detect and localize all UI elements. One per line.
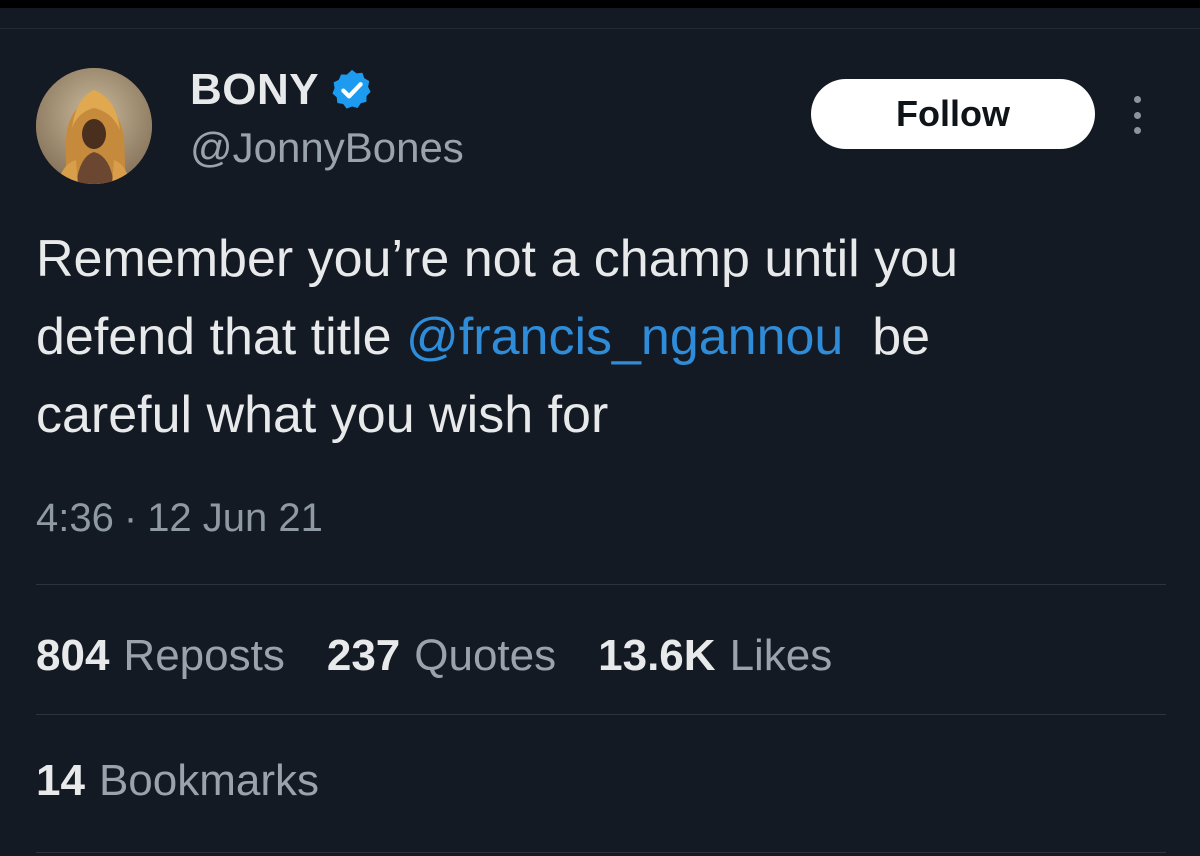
quotes-count: 237 [326,631,401,680]
divider [36,852,1166,853]
more-dot [1133,127,1141,134]
reposts-count: 804 [36,631,110,680]
author-name-row[interactable]: BONY [190,65,375,115]
tweet-line-1: Remember you’re not a champ until you [36,230,959,288]
quotes-label: Quotes [414,631,557,680]
divider [36,714,1166,715]
tweet-line-3: careful what you wish for [36,386,609,444]
likes-label: Likes [729,631,833,680]
likes-stat[interactable]: 13.6K Likes [598,631,832,681]
quotes-stat[interactable]: 237 Quotes [327,631,556,681]
time-separator: · [123,496,138,540]
top-bar [0,0,1200,8]
tweet-line-2-start: defend that title [36,308,407,366]
author-handle[interactable]: @JonnyBones [190,124,464,172]
avatar[interactable] [36,68,152,184]
more-dot [1133,111,1141,119]
reposts-label: Reposts [123,631,285,680]
engagement-stats: 804 Reposts 237 Quotes 13.6K Likes [36,626,832,686]
tweet-line-2-end: be [843,308,931,366]
follow-button[interactable]: Follow [811,79,1095,149]
divider [36,584,1166,585]
top-divider [0,28,1200,29]
tweet-time[interactable]: 4:36 [36,496,114,541]
verified-badge-icon[interactable] [329,67,375,113]
mention-link[interactable]: @francis_ngannou [406,308,843,366]
more-dot [1133,96,1141,103]
more-options-icon[interactable] [1122,90,1152,140]
reposts-stat[interactable]: 804 Reposts [36,631,285,681]
tweet-date[interactable]: 12 Jun 21 [147,496,323,541]
tweet-text: Remember you’re not a champ until you de… [36,220,1176,454]
likes-count: 13.6K [598,631,716,680]
display-name[interactable]: BONY [190,65,319,115]
tweet-line-2: defend that title @francis_ngannou be [36,298,1176,376]
avatar-image [36,68,152,184]
timestamp[interactable]: 4:36 · 12 Jun 21 [36,496,323,541]
bookmarks-label: Bookmarks [98,756,320,805]
bookmarks-count: 14 [36,756,85,805]
bookmarks-stat[interactable]: 14 Bookmarks [36,756,319,816]
